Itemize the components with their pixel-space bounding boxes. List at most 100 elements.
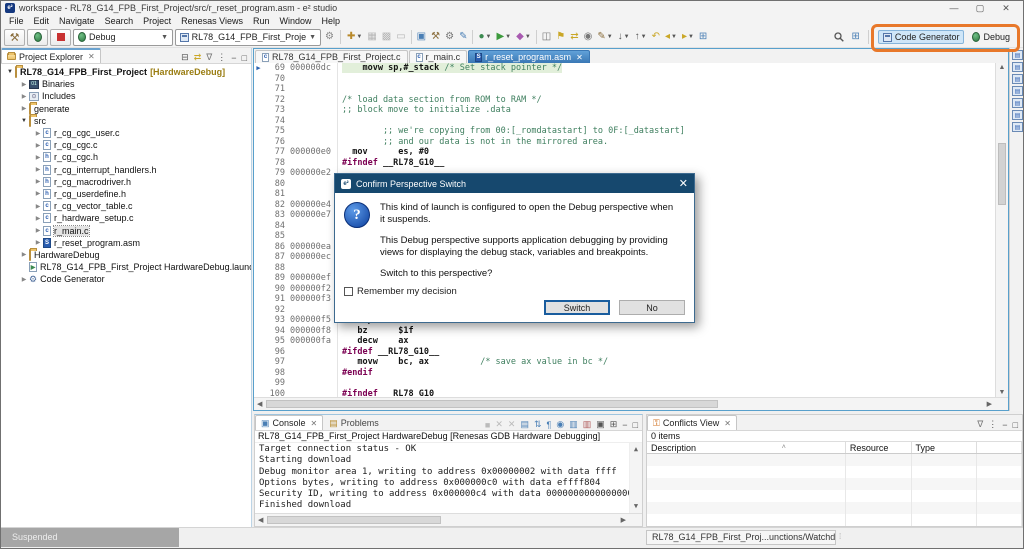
tree-item-r-cg-cgc-c[interactable]: ▶ c r_cg_cgc.c bbox=[1, 139, 251, 151]
eventpoints-view-icon[interactable]: ▤ bbox=[1012, 122, 1023, 132]
io-registers-view-icon[interactable]: ▤ bbox=[1012, 110, 1023, 120]
menu-edit[interactable]: Edit bbox=[29, 16, 55, 26]
build-hammer-button[interactable]: ⚒ bbox=[4, 28, 25, 46]
toolbar-icon-next-annotation[interactable]: ↓ ▼ bbox=[616, 29, 632, 45]
editor-tab-r-reset-program-asm[interactable]: Sr_reset_program.asm ✕ bbox=[468, 50, 590, 63]
toolbar-icon-link-with-editor[interactable]: ⇄ bbox=[568, 29, 580, 45]
terminate-icon[interactable]: ■ bbox=[485, 420, 490, 430]
tree-item-hardwaredebug[interactable]: ▶ HardwareDebug bbox=[1, 248, 251, 261]
editor-tab-r-main-c[interactable]: c r_main.c bbox=[408, 50, 468, 63]
column-header-type[interactable]: Type bbox=[912, 442, 978, 453]
launch-mode-combo[interactable]: Debug ▼ bbox=[73, 28, 173, 46]
tab-conflicts-view[interactable]: ⚿ Conflicts View ✕ bbox=[647, 415, 737, 430]
dialog-titlebar[interactable]: e² Confirm Perspective Switch ✕ bbox=[335, 174, 694, 193]
link-with-editor-icon[interactable]: ⇄ bbox=[194, 52, 202, 63]
console-vertical-scrollbar[interactable]: ▲ ▼ bbox=[629, 443, 642, 513]
column-header-empty[interactable] bbox=[977, 442, 1022, 453]
maximize-icon[interactable]: □ bbox=[1013, 420, 1018, 430]
toolbar-icon-print[interactable]: ▭ bbox=[394, 29, 407, 45]
tree-item-r-cg-cgc-h[interactable]: ▶ h r_cg_cgc.h bbox=[1, 151, 251, 163]
toolbar-icon-build-all[interactable]: ⚒ bbox=[429, 29, 442, 45]
disassembly-view-icon[interactable]: ▤ bbox=[1012, 74, 1023, 84]
outline-view-icon[interactable]: ▤ bbox=[1012, 62, 1023, 72]
tree-closed-arrow-icon[interactable]: ▶ bbox=[33, 239, 43, 246]
toolbar-icon-forward-history[interactable]: ▸ ▼ bbox=[680, 29, 696, 45]
tree-closed-arrow-icon[interactable]: ▶ bbox=[19, 93, 29, 100]
menu-navigate[interactable]: Navigate bbox=[54, 16, 100, 26]
maximize-button[interactable]: ▢ bbox=[967, 3, 993, 14]
close-icon[interactable]: ✕ bbox=[311, 419, 318, 428]
minimize-icon[interactable]: − bbox=[231, 53, 236, 63]
menu-renesas-views[interactable]: Renesas Views bbox=[176, 16, 248, 26]
tree-item-generate[interactable]: ▶ generate bbox=[1, 102, 251, 115]
tree-closed-arrow-icon[interactable]: ▶ bbox=[33, 215, 43, 222]
column-header-resource[interactable]: Resource bbox=[846, 442, 912, 453]
close-icon[interactable]: ✕ bbox=[576, 53, 583, 62]
editor-vertical-scrollbar[interactable]: ▲ ▼ bbox=[995, 63, 1008, 397]
project-tree[interactable]: ▼ RL78_G14_FPB_First_Project [HardwareDebu… bbox=[1, 64, 251, 527]
scroll-up-icon[interactable]: ▲ bbox=[630, 444, 642, 455]
scrollbar-thumb[interactable] bbox=[998, 143, 1006, 205]
editor-horizontal-scrollbar[interactable]: ◀ ▶ bbox=[254, 397, 1008, 410]
scroll-right-icon[interactable]: ▶ bbox=[987, 400, 992, 408]
open-console-icon[interactable]: ⊞ bbox=[610, 419, 618, 430]
scroll-up-icon[interactable]: ▲ bbox=[996, 64, 1008, 71]
view-menu-icon[interactable]: ⋮ bbox=[988, 419, 997, 430]
tree-item-code-generator[interactable]: ▶ ⚙ Code Generator bbox=[1, 273, 251, 285]
tree-closed-arrow-icon[interactable]: ▶ bbox=[33, 178, 43, 185]
tree-item-includes[interactable]: ▶ ⊙ Includes bbox=[1, 90, 251, 102]
tree-closed-arrow-icon[interactable]: ▶ bbox=[33, 154, 43, 161]
scrollbar-thumb[interactable] bbox=[267, 516, 442, 524]
console-output[interactable]: ▲ ▼ Target connection status - OK Startin… bbox=[255, 443, 642, 513]
toolbar-icon-prev-annotation[interactable]: ↑ ▼ bbox=[633, 29, 649, 45]
filter-icon[interactable]: ∇ bbox=[206, 52, 212, 63]
tree-closed-arrow-icon[interactable]: ▶ bbox=[19, 276, 29, 283]
stop-button[interactable] bbox=[50, 28, 71, 46]
menu-file[interactable]: File bbox=[4, 16, 29, 26]
tree-item-rl78-g14-fpb-first-project-hardwaredebug-launch[interactable]: ▶ RL78_G14_FPB_First_Project HardwareDebu… bbox=[1, 261, 251, 273]
minimize-icon[interactable]: − bbox=[622, 420, 627, 430]
tree-open-arrow-icon[interactable]: ▼ bbox=[5, 69, 15, 75]
tree-closed-arrow-icon[interactable]: ▶ bbox=[33, 190, 43, 197]
tree-item-rl78-g14-fpb-first-project[interactable]: ▼ RL78_G14_FPB_First_Project [HardwareDebu… bbox=[1, 66, 251, 79]
tree-closed-arrow-icon[interactable]: ▶ bbox=[33, 203, 43, 210]
tree-item-r-cg-userdefine-h[interactable]: ▶ h r_cg_userdefine.h bbox=[1, 188, 251, 200]
column-header-description[interactable]: Description ˄ bbox=[647, 442, 846, 453]
tree-closed-arrow-icon[interactable]: ▶ bbox=[33, 130, 43, 137]
menu-window[interactable]: Window bbox=[275, 16, 317, 26]
scroll-down-icon[interactable]: ▼ bbox=[630, 501, 642, 512]
filter-icon[interactable]: ∇ bbox=[977, 419, 983, 430]
clear-console-icon[interactable]: ▤ bbox=[520, 419, 529, 430]
conflicts-table-rows[interactable] bbox=[647, 454, 1023, 526]
toolbar-icon-code-assist[interactable]: ✎ bbox=[457, 29, 469, 45]
toolbar-icon-last-edit-location[interactable]: ↶ bbox=[650, 29, 662, 45]
tree-item-r-hardware-setup-c[interactable]: ▶ c r_hardware_setup.c bbox=[1, 212, 251, 224]
tree-closed-arrow-icon[interactable]: ▶ bbox=[19, 105, 29, 112]
close-button[interactable]: ✕ bbox=[993, 3, 1019, 14]
perspective-code-generator[interactable]: Code Generator bbox=[877, 30, 965, 44]
tree-item-src[interactable]: ▼ src bbox=[1, 114, 251, 127]
console-horizontal-scrollbar[interactable]: ◀ ▶ bbox=[255, 513, 642, 526]
collapse-all-icon[interactable]: ⊟ bbox=[181, 52, 189, 63]
launch-config-combo[interactable]: RL78_G14_FPB_First_Project ▼ bbox=[175, 28, 321, 46]
show-stdout-when-changed-icon[interactable]: ▥ bbox=[569, 419, 578, 430]
menu-run[interactable]: Run bbox=[248, 16, 275, 26]
pin-console-icon[interactable]: ◉ bbox=[556, 419, 564, 430]
toolbar-icon-toggle-mark[interactable]: ⚑ bbox=[554, 29, 567, 45]
word-wrap-icon[interactable]: ¶ bbox=[547, 420, 552, 430]
show-stderr-when-changed-icon[interactable]: ▥ bbox=[583, 419, 592, 430]
remove-launch-icon[interactable]: ✕ bbox=[495, 419, 503, 430]
toolbar-icon-new-wizard[interactable]: ✚ ▼ bbox=[345, 29, 364, 45]
debug-launch-button[interactable] bbox=[27, 28, 48, 46]
scroll-down-icon[interactable]: ▼ bbox=[996, 389, 1008, 396]
remember-decision-checkbox[interactable] bbox=[344, 287, 353, 296]
minimize-icon[interactable]: − bbox=[1002, 420, 1007, 430]
toolbar-icon-pin-editor[interactable]: ◉ bbox=[582, 29, 595, 45]
tree-item-r-reset-program-asm[interactable]: ▶ Sr_reset_program.asm bbox=[1, 237, 251, 249]
toolbar-icon-debug-dropdown[interactable]: ● ▼ bbox=[476, 29, 493, 45]
tree-closed-arrow-icon[interactable]: ▶ bbox=[33, 227, 43, 234]
perspective-debug[interactable]: Debug bbox=[967, 30, 1015, 44]
tree-closed-arrow-icon[interactable]: ▶ bbox=[33, 142, 43, 149]
no-button[interactable]: No bbox=[619, 300, 685, 315]
tree-closed-arrow-icon[interactable]: ▶ bbox=[19, 81, 29, 88]
